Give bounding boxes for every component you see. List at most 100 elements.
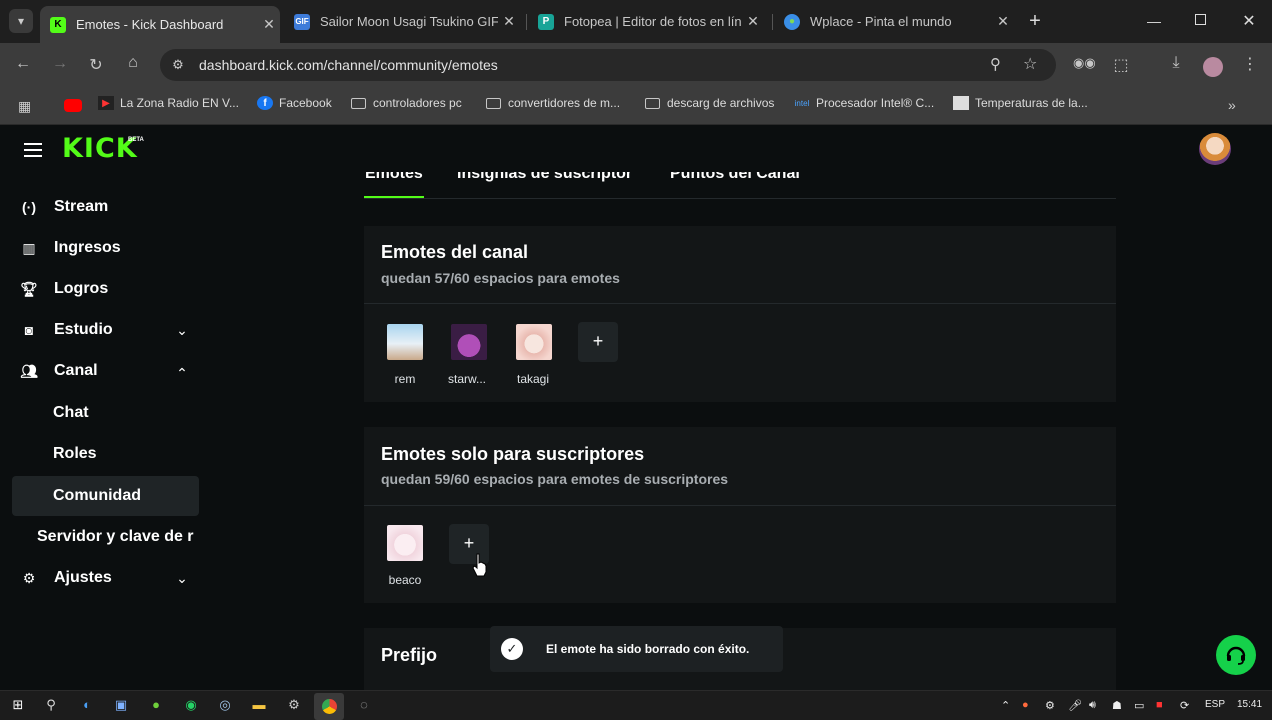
tray-app-red-icon[interactable]: ■ (1156, 699, 1163, 711)
bookmark-la-zona-radio[interactable]: ▶ La Zona Radio EN V... (98, 96, 239, 110)
channel-emotes-card: Emotes del canal quedan 57/60 espacios p… (364, 226, 1116, 402)
channel-emotes-slots: quedan 57/60 espacios para emotes (381, 270, 620, 286)
folder-icon (351, 97, 366, 109)
bookmark-procesador-intel[interactable]: intel Procesador Intel® C... (794, 96, 935, 110)
tab-photopea[interactable]: P Fotopea | Editor de fotos en lín ✕ (528, 6, 764, 37)
restore-window-icon[interactable] (1195, 14, 1206, 25)
sidebar-item-stream[interactable]: (·) Stream (20, 198, 108, 216)
menu-kebab-icon[interactable]: ⋮ (1239, 54, 1261, 74)
chevron-down-icon[interactable]: ⌄ (172, 570, 192, 587)
app-icon[interactable]: ◌ (355, 697, 373, 715)
site-info-icon[interactable]: ⚙ (170, 57, 186, 73)
bookmark-descarg[interactable]: descarg de archivos (645, 96, 774, 110)
display-icon[interactable]: ▭ (1134, 699, 1144, 712)
windows-taskbar: ⊞ ⚲ ◐ ▣ ● ◉ ◎ ▬ ⚙ ◌ ⌃ ● ⚙ 🎤︎ 🔊︎ ☗ ▭ ■ ⟳ … (0, 690, 1272, 720)
address-bar[interactable]: ⚙ dashboard.kick.com/channel/community/e… (160, 49, 1056, 81)
emote-takagi-image[interactable] (516, 324, 552, 360)
volume-icon[interactable]: 🔊︎ (1089, 699, 1096, 712)
xbox-icon[interactable]: ● (147, 697, 165, 715)
gif-favicon-icon: GIF (294, 13, 310, 30)
sidebar-item-estudio[interactable]: ◙ Estudio (20, 321, 113, 339)
app-icon[interactable]: ⚙ (285, 697, 303, 715)
gear-icon: ⚙ (22, 569, 36, 586)
chrome-icon (322, 699, 337, 714)
close-tab-icon[interactable]: ✕ (742, 13, 764, 30)
tray-up-arrow-icon[interactable]: ⌃ (1001, 699, 1010, 712)
app-icon[interactable]: ◐ (78, 697, 96, 715)
chrome-taskbar-active[interactable] (314, 693, 344, 720)
sidebar-item-ajustes[interactable]: ⚙ Ajustes (20, 569, 112, 587)
file-explorer-icon[interactable]: ▬ (250, 697, 268, 715)
hamburger-menu-icon[interactable] (24, 143, 42, 157)
tray-app-icon[interactable]: ⟳ (1180, 699, 1189, 712)
search-icon[interactable]: ⚲ (42, 697, 60, 715)
back-arrow-icon[interactable]: ← (12, 55, 34, 73)
bar-chart-icon: ▥ (22, 239, 36, 256)
user-avatar[interactable] (1199, 133, 1231, 165)
zoom-icon[interactable]: ⚲ (990, 55, 1001, 73)
close-window-icon[interactable]: ✕ (1240, 11, 1258, 31)
windows-start-icon[interactable]: ⊞ (9, 697, 27, 715)
sidebar-subitem-chat[interactable]: Chat (53, 404, 89, 422)
bookmarks-bar: ▦ ▶ La Zona Radio EN V... f Facebook con… (0, 88, 1272, 125)
globe-favicon-icon: ● (784, 13, 800, 30)
profile-avatar[interactable] (1203, 57, 1223, 77)
folder-icon (645, 97, 660, 109)
kick-favicon-icon: K (50, 16, 66, 33)
microphone-icon[interactable]: 🎤︎ (1068, 699, 1082, 712)
incognito-extension-icon[interactable]: ◉◉ (1073, 55, 1096, 71)
more-bookmarks-icon[interactable]: » (1228, 97, 1236, 113)
clock-time[interactable]: 15:41 (1237, 699, 1262, 710)
sub-emotes-slots: quedan 59/60 espacios para emotes de sus… (381, 471, 729, 487)
add-channel-emote-button[interactable]: + (578, 322, 618, 362)
kick-logo[interactable]: KICK (62, 133, 138, 164)
url-text[interactable]: dashboard.kick.com/channel/community/emo… (199, 57, 498, 73)
emote-beaco-image[interactable] (387, 525, 423, 561)
close-tab-icon[interactable]: ✕ (992, 13, 1014, 30)
app-icon[interactable]: ▣ (112, 697, 130, 715)
close-tab-icon[interactable]: ✕ (498, 13, 520, 30)
bookmark-facebook[interactable]: f Facebook (257, 96, 332, 110)
sidebar-item-logros[interactable]: 🏆︎ Logros (20, 280, 108, 298)
sidebar-subitem-servidor[interactable]: Servidor y clave de r (37, 528, 199, 546)
bookmark-star-icon[interactable]: ☆ (1023, 54, 1037, 74)
support-chat-button[interactable] (1216, 635, 1256, 675)
apps-grid-icon[interactable]: ▦ (18, 98, 31, 115)
tab-search-button[interactable]: ▾ (9, 9, 33, 33)
sidebar-subitem-comunidad-active[interactable]: Comunidad (12, 476, 199, 516)
youtube-icon[interactable] (64, 99, 82, 112)
sidebar-item-ingresos[interactable]: ▥ Ingresos (20, 239, 120, 257)
emote-starw-image[interactable] (451, 324, 487, 360)
bookmark-temperaturas[interactable]: Temperaturas de la... (953, 96, 1088, 110)
extensions-puzzle-icon[interactable]: ⬚ (1110, 55, 1132, 75)
tab-sailor-moon-gif[interactable]: GIF Sailor Moon Usagi Tsukino GIF ✕ (284, 6, 520, 37)
forward-arrow-icon[interactable]: → (49, 55, 71, 73)
home-icon[interactable]: ⌂ (122, 54, 144, 72)
whatsapp-icon[interactable]: ◉ (182, 697, 200, 715)
new-tab-button[interactable]: + (1024, 10, 1046, 33)
browser-toolbar: ← → ↻ ⌂ ⚙ dashboard.kick.com/channel/com… (0, 43, 1272, 88)
chevron-up-icon[interactable]: ⌃ (172, 365, 192, 382)
close-tab-icon[interactable]: ✕ (258, 16, 280, 33)
photopea-favicon-icon: P (538, 13, 554, 30)
tray-app-icon[interactable]: ● (1022, 699, 1029, 711)
emote-rem-image[interactable] (387, 324, 423, 360)
beta-badge: BETA (128, 137, 144, 143)
sidebar-item-canal[interactable]: 👥︎ Canal (20, 362, 97, 380)
folder-icon (486, 97, 501, 109)
download-icon[interactable]: ⤓ (1165, 54, 1187, 72)
chevron-down-icon[interactable]: ⌄ (172, 322, 192, 339)
bookmark-controladores[interactable]: controladores pc (351, 96, 462, 110)
sub-emotes-title: Emotes solo para suscriptores (381, 444, 645, 464)
tab-wplace[interactable]: ● Wplace - Pinta el mundo ✕ (774, 6, 1014, 37)
language-indicator[interactable]: ESP (1205, 699, 1225, 710)
tab-kick-dashboard[interactable]: K Emotes - Kick Dashboard ✕ (40, 6, 280, 43)
minimize-window-icon[interactable]: — (1146, 13, 1162, 29)
steam-icon[interactable]: ◎ (216, 697, 234, 715)
reload-icon[interactable]: ↻ (85, 55, 107, 75)
emote-takagi-label: takagi (516, 372, 550, 386)
sidebar-subitem-roles[interactable]: Roles (53, 445, 97, 463)
bookmark-convertidores[interactable]: convertidores de m... (486, 96, 620, 110)
tray-app-icon[interactable]: ⚙ (1045, 699, 1055, 712)
network-icon[interactable]: ☗ (1112, 699, 1122, 712)
